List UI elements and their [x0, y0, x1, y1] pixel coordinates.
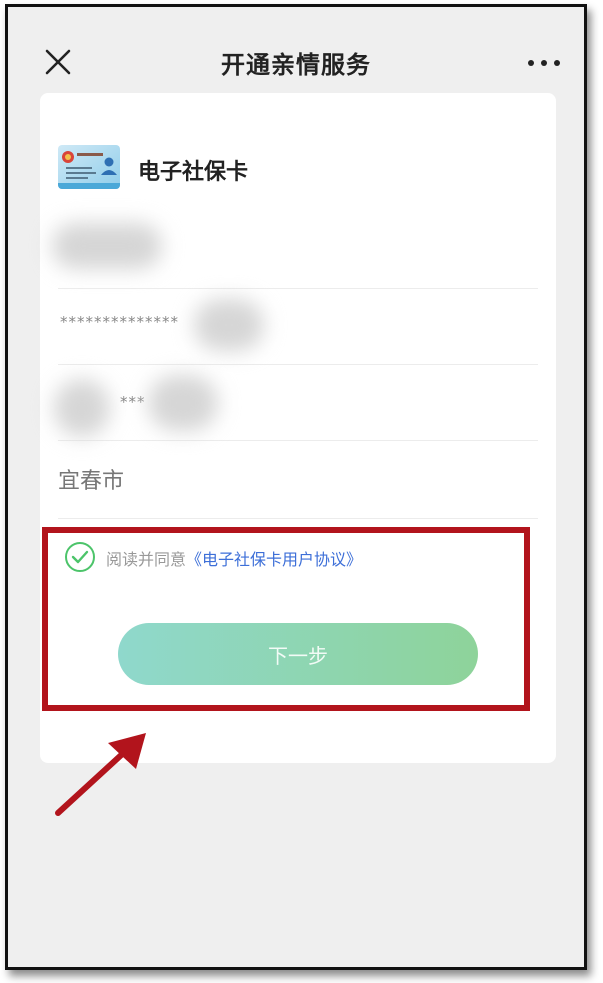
name-field[interactable]: [52, 213, 538, 289]
id-number-value: **************: [60, 313, 179, 331]
card-header: 电子社保卡: [58, 145, 538, 193]
annotation-highlight-box: [42, 527, 530, 711]
phone-field[interactable]: ***: [54, 365, 538, 441]
city-field[interactable]: 宜春市: [58, 443, 538, 519]
phone-screen: 开通亲情服务 电子社保卡 ************** *** 宜春市 阅读并同…: [5, 4, 587, 970]
card-title: 电子社保卡: [138, 160, 249, 185]
blurred-phone-tail: [148, 375, 218, 431]
navigation-bar: 开通亲情服务: [8, 7, 584, 107]
blurred-name: [52, 223, 162, 269]
annotation-arrow-icon: [55, 733, 146, 816]
blurred-phone-head: [54, 379, 110, 437]
social-security-card-icon: [58, 145, 120, 189]
more-button[interactable]: [522, 47, 566, 79]
phone-value: ***: [120, 393, 146, 411]
blurred-id-tail: [194, 299, 264, 351]
id-number-field[interactable]: **************: [58, 289, 538, 365]
more-dots-icon: [528, 60, 560, 66]
page-title: 开通亲情服务: [221, 51, 371, 79]
city-value: 宜春市: [58, 469, 125, 494]
